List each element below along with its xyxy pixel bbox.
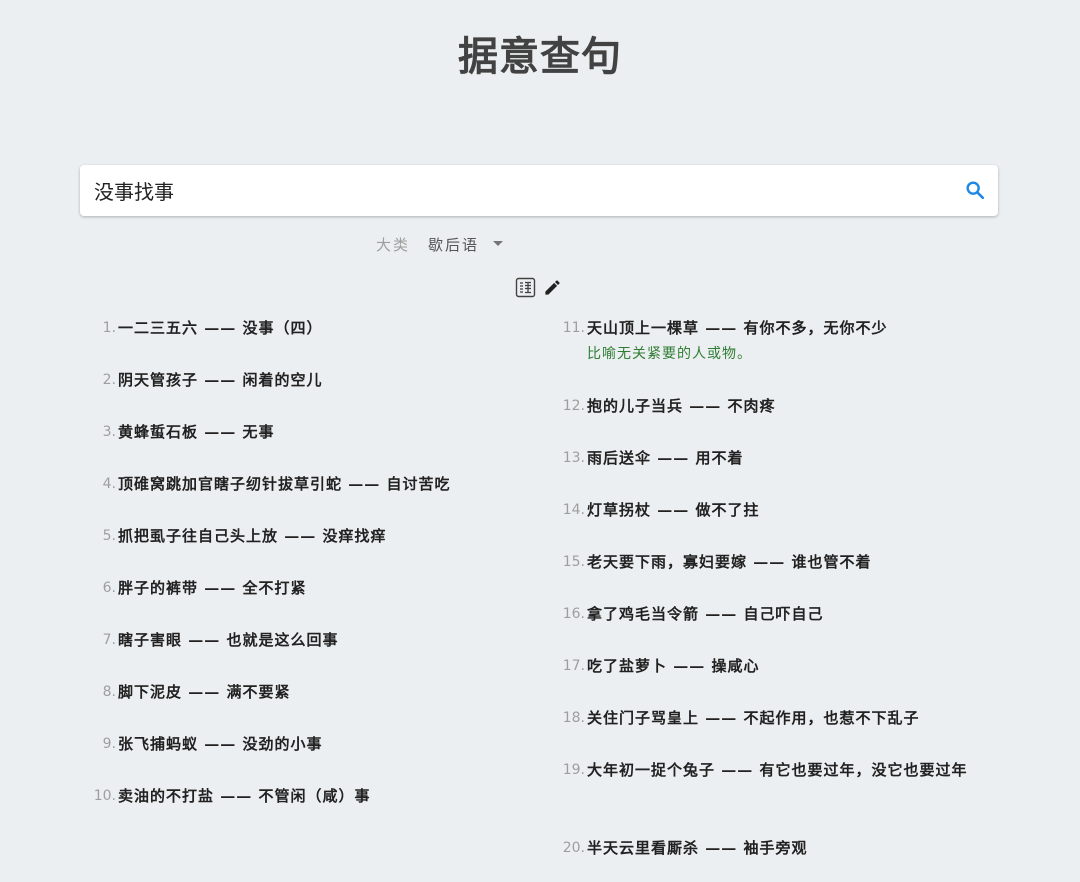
chevron-down-icon[interactable] — [493, 241, 503, 246]
result-number: 7. — [102, 632, 116, 648]
result-text[interactable]: 拿了鸡毛当令箭 —— 自己吓自己 — [587, 601, 823, 627]
result-text[interactable]: 脚下泥皮 —— 满不要紧 — [118, 679, 290, 705]
result-text[interactable]: 胖子的裤带 —— 全不打紧 — [118, 575, 306, 601]
result-number: 12. — [562, 398, 585, 414]
result-number: 18. — [562, 710, 585, 726]
result-text[interactable]: 关住门子骂皇上 —— 不起作用，也惹不下乱子 — [587, 705, 919, 731]
result-text[interactable]: 半天云里看厮杀 —— 袖手旁观 — [587, 835, 807, 861]
result-text[interactable]: 天山顶上一棵草 —— 有你不多，无你不少 — [587, 315, 887, 341]
result-text[interactable]: 雨后送伞 —— 用不着 — [587, 445, 743, 471]
edit-icon[interactable] — [543, 278, 562, 297]
search-bar — [80, 165, 998, 216]
result-number: 1. — [102, 320, 116, 336]
result-number: 16. — [562, 606, 585, 622]
result-number: 4. — [102, 476, 116, 492]
page-title: 据意查句 — [458, 33, 622, 80]
result-text[interactable]: 抱的儿子当兵 —— 不肉疼 — [587, 393, 775, 419]
result-text[interactable]: 灯草拐杖 —— 做不了拄 — [587, 497, 759, 523]
result-number: 3. — [102, 424, 116, 440]
result-number: 2. — [102, 372, 116, 388]
result-number: 15. — [562, 554, 585, 570]
result-text[interactable]: 瞎子害眼 —— 也就是这么回事 — [118, 627, 338, 653]
result-number: 10. — [93, 788, 116, 804]
search-input[interactable] — [94, 165, 934, 216]
result-number: 20. — [562, 840, 585, 856]
result-text[interactable]: 张飞捕蚂蚁 —— 没劲的小事 — [118, 731, 322, 757]
result-text[interactable]: 大年初一捉个兔子 —— 有它也要过年，没它也要过年 — [587, 757, 987, 783]
result-number: 14. — [562, 502, 585, 518]
result-text[interactable]: 一二三五六 —— 没事（四） — [118, 315, 322, 341]
result-number: 9. — [102, 736, 116, 752]
result-explanation: 比喻无关紧要的人或物。 — [587, 346, 752, 362]
result-text[interactable]: 抓把虱子往自己头上放 —— 没痒找痒 — [118, 523, 386, 549]
result-number: 5. — [102, 528, 116, 544]
result-number: 13. — [562, 450, 585, 466]
result-number: 6. — [102, 580, 116, 596]
category-select[interactable]: 歇后语 — [428, 234, 479, 255]
search-icon[interactable] — [964, 179, 986, 201]
category-filter: 大类 歇后语 — [0, 234, 1080, 254]
result-text[interactable]: 吃了盐萝卜 —— 操咸心 — [587, 653, 759, 679]
category-label: 大类 — [376, 236, 411, 254]
result-text[interactable]: 顶碓窝跳加官瞎子纫针拔草引蛇 —— 自讨苦吃 — [118, 471, 450, 497]
result-number: 11. — [562, 320, 585, 336]
translate-icon[interactable] — [515, 277, 536, 298]
result-text[interactable]: 阴天管孩子 —— 闲着的空儿 — [118, 367, 322, 393]
result-number: 19. — [562, 762, 585, 778]
result-text[interactable]: 卖油的不打盐 —— 不管闲（咸）事 — [118, 783, 370, 809]
result-text[interactable]: 黄蜂蜇石板 —— 无事 — [118, 419, 274, 445]
result-number: 17. — [562, 658, 585, 674]
result-number: 8. — [102, 684, 116, 700]
result-text[interactable]: 老天要下雨，寡妇要嫁 —— 谁也管不着 — [587, 549, 871, 575]
